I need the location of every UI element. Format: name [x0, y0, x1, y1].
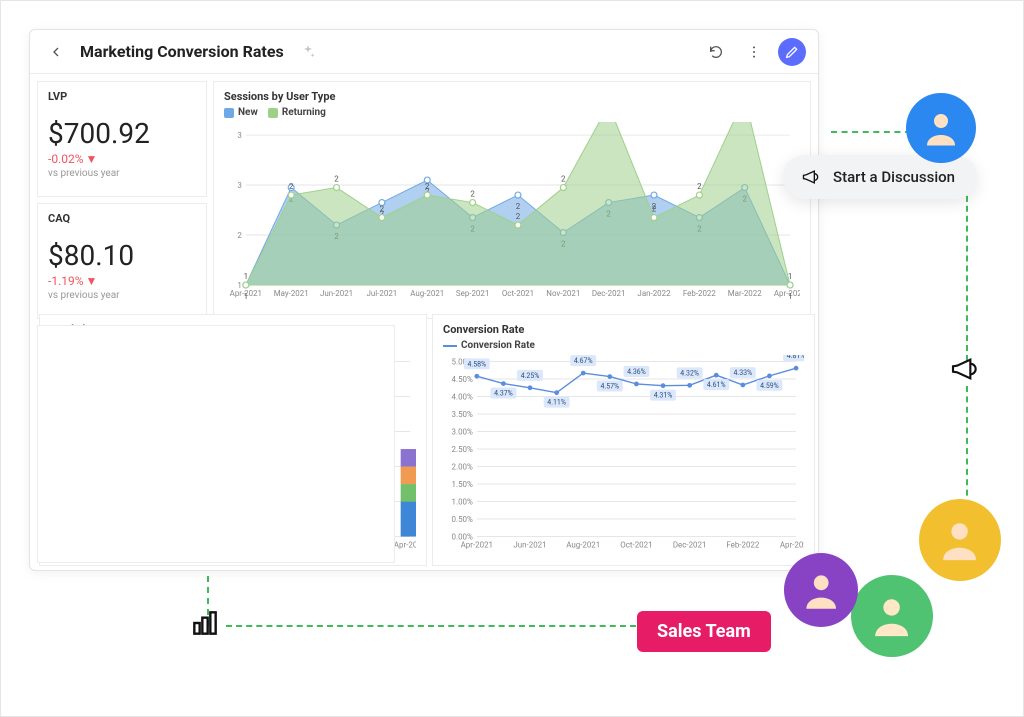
sales-team-badge: Sales Team [637, 611, 771, 652]
svg-text:4.31%: 4.31% [654, 392, 673, 400]
svg-text:4.67%: 4.67% [574, 357, 593, 365]
svg-text:Dec-2021: Dec-2021 [592, 289, 626, 298]
connector [831, 131, 911, 133]
svg-text:4.58%: 4.58% [467, 360, 486, 368]
svg-text:4.11%: 4.11% [547, 399, 566, 407]
kpi-caq: CAQ $80.10 -1.19%▼ vs previous year [37, 203, 207, 319]
svg-text:Sep-2021: Sep-2021 [456, 289, 489, 298]
chart-title: Conversion Rate [443, 323, 804, 336]
sparkle-icon[interactable] [294, 38, 322, 66]
svg-text:Nov-2021: Nov-2021 [546, 289, 580, 298]
svg-text:Jun-2021: Jun-2021 [320, 289, 353, 298]
svg-text:Apr-2022: Apr-2022 [780, 540, 804, 549]
svg-text:4.36%: 4.36% [627, 368, 646, 376]
kpi-caq-value: $80.10 [48, 239, 196, 272]
svg-text:3: 3 [237, 131, 241, 140]
svg-text:2: 2 [289, 182, 294, 191]
svg-text:Dec-2021: Dec-2021 [673, 540, 707, 549]
edit-icon[interactable] [778, 38, 806, 66]
svg-text:Aug-2021: Aug-2021 [566, 540, 600, 549]
svg-text:Apr-2021: Apr-2021 [461, 540, 493, 549]
avatar [784, 553, 858, 627]
svg-text:4.33%: 4.33% [734, 369, 753, 377]
svg-text:4.50%: 4.50% [452, 375, 473, 384]
svg-text:4.61%: 4.61% [707, 381, 726, 389]
svg-text:1.50%: 1.50% [452, 480, 473, 489]
svg-text:1: 1 [788, 292, 792, 301]
svg-text:2.00%: 2.00% [452, 463, 473, 472]
svg-text:1: 1 [788, 272, 792, 281]
svg-text:2: 2 [516, 212, 521, 221]
svg-text:Oct-2021: Oct-2021 [620, 540, 652, 549]
svg-text:2: 2 [380, 205, 385, 214]
down-arrow-icon: ▼ [86, 152, 98, 166]
svg-text:3: 3 [237, 181, 241, 190]
megaphone-icon [801, 167, 821, 187]
kpi-lvp-label: LVP [48, 90, 196, 103]
avatar [906, 93, 976, 163]
refresh-icon[interactable] [702, 38, 730, 66]
svg-text:4.59%: 4.59% [760, 382, 779, 390]
svg-text:2: 2 [561, 175, 566, 184]
svg-text:2: 2 [652, 205, 657, 214]
svg-text:4.00%: 4.00% [452, 393, 473, 402]
kpi-caq-sub: vs previous year [48, 290, 196, 301]
svg-text:2: 2 [334, 175, 339, 184]
chart-conversion-rate: Conversion Rate Conversion Rate 0.00%0.5… [432, 314, 815, 566]
svg-text:3.00%: 3.00% [452, 428, 473, 437]
svg-text:Mar-2022: Mar-2022 [728, 289, 763, 298]
svg-text:4.25%: 4.25% [521, 372, 540, 380]
kpi-lvp-value: $700.92 [48, 117, 196, 150]
svg-text:Jul-2021: Jul-2021 [367, 289, 398, 298]
avatar [919, 499, 1001, 581]
svg-text:Aug-2021: Aug-2021 [410, 289, 444, 298]
chart-legend: Conversion Rate [443, 340, 804, 351]
svg-text:0.50%: 0.50% [452, 515, 473, 524]
svg-text:4.81%: 4.81% [787, 355, 804, 360]
down-arrow-icon: ▼ [86, 274, 98, 288]
svg-text:4.57%: 4.57% [600, 383, 619, 391]
svg-text:2: 2 [470, 190, 475, 199]
svg-text:May-2021: May-2021 [274, 289, 309, 298]
svg-text:Apr-2022: Apr-2022 [394, 541, 416, 550]
svg-text:1: 1 [244, 292, 248, 301]
avatar [851, 575, 933, 657]
connector [966, 386, 968, 506]
chart-legend: New Returning [224, 107, 800, 118]
svg-text:4.32%: 4.32% [680, 369, 699, 377]
svg-text:3.50%: 3.50% [452, 410, 473, 419]
svg-text:Feb-2022: Feb-2022 [683, 289, 717, 298]
chart-sessions-by-user-type: Sessions by User Type New Returning 1 2 3 3… [213, 81, 811, 319]
kpi-column: LVP $700.92 -0.02%▼ vs previous year CAQ… [34, 78, 210, 322]
svg-text:1.00%: 1.00% [452, 498, 473, 507]
back-icon[interactable] [42, 38, 70, 66]
svg-text:Oct-2021: Oct-2021 [502, 289, 534, 298]
svg-text:2: 2 [516, 202, 521, 211]
dashboard-header: Marketing Conversion Rates [30, 30, 818, 74]
svg-text:Jan-2022: Jan-2022 [637, 289, 671, 298]
start-discussion-label: Start a Discussion [833, 168, 955, 186]
more-icon[interactable] [740, 38, 768, 66]
kpi-caq-label: CAQ [48, 212, 196, 225]
chart-leads-by-status [37, 325, 395, 563]
kpi-lvp-delta: -0.02%▼ [48, 152, 196, 166]
chart-title: Sessions by User Type [224, 90, 800, 103]
kpi-caq-delta: -1.19%▼ [48, 274, 196, 288]
svg-text:2: 2 [425, 182, 430, 191]
svg-text:2: 2 [237, 231, 242, 240]
kpi-lvp: LVP $700.92 -0.02%▼ vs previous year [37, 81, 207, 197]
page-title: Marketing Conversion Rates [80, 42, 284, 61]
kpi-lvp-sub: vs previous year [48, 168, 196, 179]
megaphone-icon [949, 353, 981, 385]
svg-text:4.37%: 4.37% [494, 390, 513, 398]
svg-text:Jun-2021: Jun-2021 [513, 540, 546, 549]
svg-text:Feb-2022: Feb-2022 [726, 540, 760, 549]
svg-text:2: 2 [697, 182, 702, 191]
svg-text:1: 1 [244, 272, 248, 281]
connector [226, 625, 636, 627]
bar-chart-icon [189, 607, 221, 639]
svg-text:2.50%: 2.50% [452, 445, 473, 454]
